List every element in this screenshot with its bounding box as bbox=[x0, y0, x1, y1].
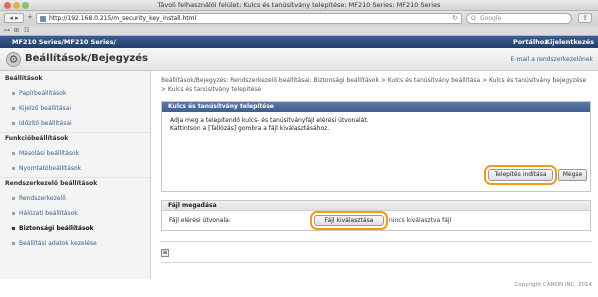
start-install-button[interactable]: Telepítés indítása bbox=[484, 165, 557, 185]
model-name: MF210 Series/MF210 Series/ bbox=[12, 38, 116, 46]
sidebar-heading-settings[interactable]: Beállítások bbox=[5, 75, 42, 82]
site-icon bbox=[40, 16, 46, 22]
search-field[interactable]: Q Google bbox=[466, 13, 572, 24]
no-file-text: nincs kiválasztva fájl bbox=[389, 217, 452, 224]
sidebar-item-paper[interactable]: Papírbeállítások bbox=[12, 90, 66, 97]
sidebar-item-network[interactable]: Hálózati beállítások bbox=[12, 210, 78, 217]
copyright-text: Copyright CANON INC. 2014 bbox=[514, 282, 592, 288]
url-text: http://192.168.0.215/m_security_key_inst… bbox=[49, 15, 197, 22]
gear-icon: ⚙ bbox=[6, 52, 21, 67]
install-panel: Kulcs és tanúsítvány telepítése Adja meg… bbox=[161, 101, 591, 192]
sidebar-item-display[interactable]: Kijelző beállításai bbox=[12, 105, 71, 112]
window-titlebar: Távoli felhasználói felület: Kulcs és ta… bbox=[0, 0, 598, 11]
new-tab-button[interactable]: + bbox=[26, 13, 34, 23]
sidebar-heading-functions[interactable]: Funkcióbeállítások bbox=[5, 135, 68, 142]
file-panel-title: Fájl megadása bbox=[162, 201, 590, 211]
window-title: Távoli felhasználói felület: Kulcs és ta… bbox=[157, 1, 441, 9]
bookmarks-icon[interactable]: ⊞ bbox=[14, 27, 19, 34]
file-panel: Fájl megadása Fájl elérési útvonala: Fáj… bbox=[161, 200, 591, 231]
reload-icon[interactable]: ↻ bbox=[452, 14, 458, 22]
instruction-line-1: Adja meg a telepítendő kulcs- és tanúsít… bbox=[170, 117, 369, 124]
browser-toolbar: ◂ ▸ + http://192.168.0.215/m_security_ke… bbox=[0, 11, 598, 26]
topsites-icon[interactable]: ☷ bbox=[24, 27, 29, 34]
divider bbox=[161, 262, 591, 263]
breadcrumb: Beállítások/Bejegyzés: Rendszerkezelő be… bbox=[161, 77, 587, 93]
instruction-line-2: Kattintson a [Tallózás] gombra a fájl ki… bbox=[170, 125, 330, 132]
choose-file-button[interactable]: Fájl kiválasztása bbox=[310, 211, 388, 230]
back-forward-button[interactable]: ◂ ▸ bbox=[4, 13, 24, 23]
logout-link[interactable]: Kijelentkezés bbox=[545, 38, 594, 46]
collapse-icon[interactable]: ≡ bbox=[161, 249, 169, 257]
reader-icon[interactable]: ⊶ bbox=[4, 27, 10, 34]
sidebar-item-printer[interactable]: Nyomtatóbeállítások bbox=[12, 165, 81, 172]
sidebar-item-copy[interactable]: Másolási beállítások bbox=[12, 150, 79, 157]
search-icon: Q bbox=[471, 15, 476, 22]
sidebar-item-data-management[interactable]: Beállítási adatok kezelése bbox=[12, 240, 97, 247]
sidebar-item-timer[interactable]: Időzítő beállításai bbox=[12, 120, 72, 127]
file-path-label: Fájl elérési útvonala: bbox=[169, 217, 231, 224]
divider bbox=[161, 241, 591, 242]
sidebar-heading-admin[interactable]: Rendszerkezelő beállítások bbox=[5, 180, 97, 187]
sidebar-item-system-manager[interactable]: Rendszerkezelő bbox=[12, 195, 66, 202]
sidebar-item-security[interactable]: Biztonsági beállítások bbox=[12, 225, 94, 232]
app-header: MF210 Series/MF210 Series/ Portálhoz Kij… bbox=[0, 36, 598, 48]
portal-link[interactable]: Portálhoz bbox=[513, 38, 548, 46]
cancel-button[interactable]: Mégse bbox=[558, 169, 587, 181]
search-placeholder: Google bbox=[480, 15, 502, 22]
install-panel-title: Kulcs és tanúsítvány telepítése bbox=[162, 102, 590, 112]
install-instructions: Adja meg a telepítendő kulcs- és tanúsít… bbox=[170, 117, 369, 133]
sidebar: Beállítások Papírbeállítások Kijelző beá… bbox=[0, 71, 151, 279]
address-bar[interactable]: http://192.168.0.215/m_security_key_inst… bbox=[36, 13, 462, 24]
page-header: ⚙ Beállítások/Bejegyzés E-mail a rendsze… bbox=[0, 48, 598, 71]
email-admin-link[interactable]: E-mail a rendszerkezelőnek bbox=[511, 56, 593, 63]
share-icon[interactable]: ⇪ bbox=[578, 13, 592, 23]
bookmarks-bar: ⊶ ⊞ ☷ bbox=[0, 26, 598, 36]
page-title: Beállítások/Bejegyzés bbox=[25, 53, 148, 64]
